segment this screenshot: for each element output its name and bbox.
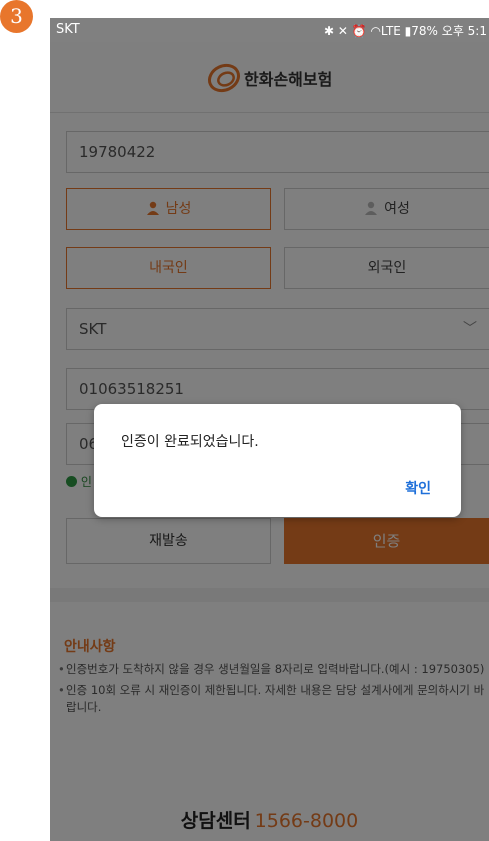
status-time: 오후 5:1 xyxy=(441,24,487,38)
status-bar: SKT ✱ ✕ ⏰ ◠LTE ▮78% 오후 5:1 xyxy=(50,18,489,42)
completion-dialog: 인증이 완료되었습니다. 확인 xyxy=(94,404,461,517)
phone-screen: SKT ✱ ✕ ⏰ ◠LTE ▮78% 오후 5:1 한화손해보험 197804… xyxy=(50,18,489,841)
dialog-confirm-button[interactable]: 확인 xyxy=(405,478,431,498)
dialog-message: 인증이 완료되었습니다. xyxy=(121,434,259,450)
step-number-badge: 3 xyxy=(0,0,33,33)
status-icons: ✱ ✕ ⏰ ◠LTE ▮78% xyxy=(323,24,438,38)
status-indicators: ✱ ✕ ⏰ ◠LTE ▮78% 오후 5:1 xyxy=(324,22,487,39)
carrier-label: SKT xyxy=(56,22,80,37)
